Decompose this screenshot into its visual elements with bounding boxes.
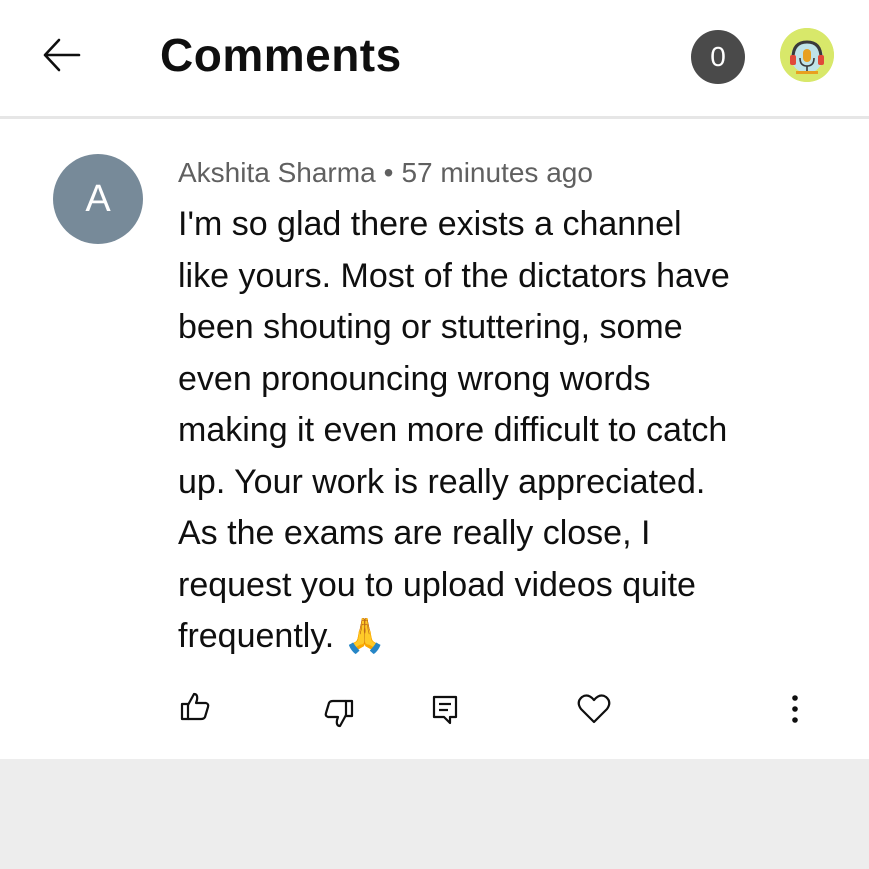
- comment-body: I'm so glad there exists a channel like …: [178, 199, 798, 663]
- footer-area: [0, 759, 869, 869]
- meta-separator: •: [383, 157, 394, 188]
- page-title: Comments: [160, 29, 402, 81]
- comment-time: 57 minutes ago: [401, 157, 593, 188]
- heart-button[interactable]: [574, 689, 614, 729]
- comment-meta: Akshita Sharma • 57 minutes ago: [178, 157, 593, 189]
- more-vertical-icon: [792, 695, 798, 723]
- author-name[interactable]: Akshita Sharma: [178, 157, 376, 188]
- more-options-button[interactable]: [780, 689, 810, 729]
- top-app-bar: Comments 0: [0, 0, 869, 119]
- headphones-microphone-icon: [780, 28, 834, 82]
- channel-avatar[interactable]: [780, 28, 834, 82]
- reply-button[interactable]: [426, 691, 464, 729]
- thumbs-down-icon: [324, 699, 354, 728]
- like-button[interactable]: [176, 687, 214, 725]
- comments-page: Comments 0 A Akshita Sharma • 57 minutes a…: [0, 0, 869, 869]
- dislike-button[interactable]: [320, 695, 358, 733]
- notification-count-badge[interactable]: 0: [691, 30, 745, 84]
- thumbs-up-icon: [180, 692, 210, 721]
- comment-item: A Akshita Sharma • 57 minutes ago I'm so g…: [0, 119, 869, 759]
- back-button[interactable]: [36, 30, 86, 80]
- reply-icon: [432, 695, 458, 725]
- arrow-left-icon: [43, 38, 81, 72]
- folded-hands-emoji: 🙏: [343, 617, 387, 655]
- heart-icon: [577, 694, 611, 724]
- user-avatar[interactable]: A: [53, 154, 143, 244]
- comment-text: I'm so glad there exists a channel like …: [178, 205, 730, 655]
